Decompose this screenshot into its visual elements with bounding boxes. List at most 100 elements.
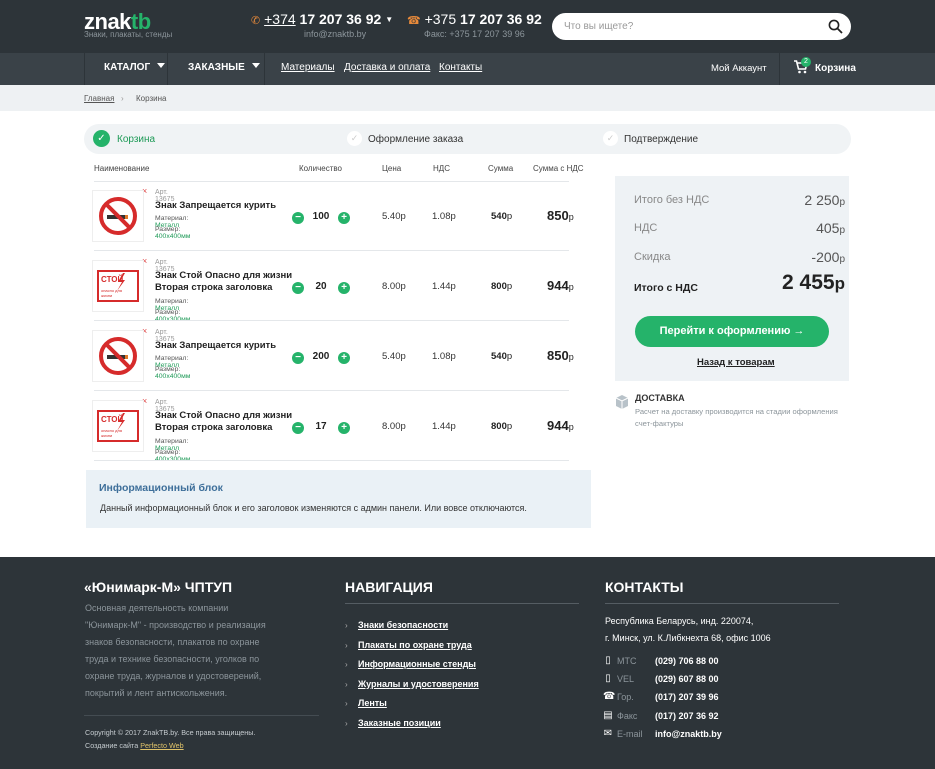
quantity-value[interactable]: 100 [306, 211, 336, 222]
info-block [86, 470, 591, 528]
vat-value: 1.08 [432, 351, 451, 362]
sign-text: опасно для жизни [101, 288, 122, 298]
nav-link-contacts[interactable]: Контакты [439, 62, 482, 73]
step-checkout: Оформление заказа [368, 134, 464, 145]
divider [345, 603, 579, 604]
contact-value[interactable]: (017) 207 36 92 [655, 711, 719, 721]
vat-cell: 1.44р [432, 281, 456, 292]
col-header-qty: Количество [299, 164, 342, 173]
minus-button[interactable]: − [292, 282, 304, 294]
company-text-line: Основная деятельность компании [85, 603, 229, 613]
plus-button[interactable]: + [338, 212, 350, 224]
vat-value: 1.44 [432, 281, 451, 292]
divider [94, 460, 569, 461]
footer-company-text: Основная деятельность компании "Юнимарк-М… [85, 600, 315, 702]
plus-button[interactable]: + [338, 422, 350, 434]
header-fax: Факс: +375 17 207 39 96 [424, 29, 525, 39]
meta-label: Материал: [155, 438, 189, 445]
address-line-2: г. Минск, ул. К.Либкнехта 68, офис 1006 [605, 633, 771, 643]
footer-nav-item[interactable]: Заказные позиции [358, 718, 441, 728]
back-to-products-link[interactable]: Назад к товарам [697, 357, 775, 368]
price-value: 5.40 [382, 351, 401, 362]
made-by-link[interactable]: Perfecto Web [140, 741, 183, 750]
sum-value: 800 [491, 281, 507, 292]
quantity-value[interactable]: 200 [306, 351, 336, 362]
made-by: Создание сайта Perfecto Web [85, 741, 184, 750]
product-name-line: Вторая строка заголовка [155, 422, 273, 433]
contact-value[interactable]: info@znaktb.by [655, 729, 722, 739]
sum-cell: 540р [491, 351, 512, 362]
footer-company-title: «Юнимарк-М» ЧПТУП [84, 579, 233, 595]
search-input[interactable] [564, 18, 814, 35]
caret-down-icon [251, 63, 260, 68]
checkout-button[interactable]: Перейти к оформлению → [635, 316, 829, 347]
contact-value[interactable]: (029) 706 88 00 [655, 656, 719, 666]
nav-divider [84, 53, 85, 85]
col-header-price: Цена [382, 164, 402, 173]
mail-icon: ✉ [603, 727, 613, 739]
footer-nav-item[interactable]: Ленты [358, 698, 387, 708]
footer-nav-item[interactable]: Информационные стенды [358, 659, 476, 669]
total-value: 944 [547, 418, 569, 433]
quantity-value[interactable]: 17 [306, 421, 336, 432]
col-header-name: Наименование [94, 164, 150, 173]
contact-label: Гор. [617, 692, 634, 703]
product-name[interactable]: Знак Стой Опасно для жизни Вторая строка … [155, 270, 295, 294]
phone-primary[interactable]: ✆ +374 17 207 36 92 ▼ [251, 11, 393, 27]
mobile-icon: ▯ [605, 655, 611, 666]
subtotal-value: 2 250р [804, 192, 845, 208]
currency: р [400, 211, 406, 222]
footer-nav-item[interactable]: Журналы и удостоверения [358, 679, 479, 689]
price-cell: 8.00р [382, 421, 406, 432]
discount-value: -200р [811, 249, 845, 265]
product-name-line: Знак Стой Опасно для жизни [155, 410, 293, 421]
divider [94, 181, 569, 182]
divider [94, 390, 569, 391]
quantity-value[interactable]: 20 [306, 281, 336, 292]
contact-value[interactable]: (029) 607 88 00 [655, 674, 719, 684]
product-name[interactable]: Знак Запрещается курить [155, 340, 295, 352]
contact-value[interactable]: (017) 207 39 96 [655, 692, 719, 702]
plus-button[interactable]: + [338, 352, 350, 364]
footer-nav-item[interactable]: Знаки безопасности [358, 620, 448, 630]
col-header-total: Сумма с НДС [533, 164, 584, 173]
total-value: 850 [547, 348, 569, 363]
sum-value: 540 [491, 211, 507, 222]
my-account-link[interactable]: Мой Аккаунт [711, 63, 767, 74]
price-value: 5.40 [382, 211, 401, 222]
nav-link-materials[interactable]: Материалы [281, 62, 335, 73]
sign-text: СТОЙ [101, 415, 124, 424]
product-name[interactable]: Знак Стой Опасно для жизни Вторая строка … [155, 410, 295, 434]
phone-secondary[interactable]: ☎ +375 17 207 36 92 [407, 11, 542, 27]
chevron-right-icon: › [345, 660, 348, 669]
company-text-line: знаков безопасности, плакатов по охране [85, 637, 260, 647]
info-block-text: Данный информационный блок и его заголов… [100, 503, 527, 513]
price-value: 8.00 [382, 281, 401, 292]
breadcrumb-home[interactable]: Главная [84, 94, 114, 103]
nav-link-delivery[interactable]: Доставка и оплата [344, 62, 430, 73]
col-header-vat: НДС [433, 164, 450, 173]
minus-button[interactable]: − [292, 212, 304, 224]
meta-label: Материал: [155, 355, 189, 362]
sum-value: 800 [491, 421, 507, 432]
chevron-down-icon[interactable]: ▼ [385, 15, 393, 24]
minus-button[interactable]: − [292, 352, 304, 364]
nav-custom[interactable]: ЗАКАЗНЫЕ [188, 62, 260, 73]
currency: р [400, 281, 406, 292]
cart-button[interactable]: 2 Корзина [793, 57, 856, 77]
minus-button[interactable]: − [292, 422, 304, 434]
footer-nav-item[interactable]: Плакаты по охране труда [358, 640, 472, 650]
product-size: Размер: 400х400мм [155, 366, 190, 380]
divider [605, 603, 839, 604]
chevron-right-icon: › [345, 679, 348, 689]
plus-button[interactable]: + [338, 282, 350, 294]
nav-catalog[interactable]: КАТАЛОГ [104, 62, 166, 73]
no-smoking-sign [92, 330, 144, 382]
divider [94, 250, 569, 251]
delivery-title: ДОСТАВКА [635, 393, 685, 403]
header-email[interactable]: info@znaktb.by [304, 29, 366, 39]
product-name[interactable]: Знак Запрещается курить [155, 200, 295, 212]
price-cell: 5.40р [382, 351, 406, 362]
search-icon[interactable] [828, 19, 843, 34]
total-cell: 944р [547, 278, 574, 293]
